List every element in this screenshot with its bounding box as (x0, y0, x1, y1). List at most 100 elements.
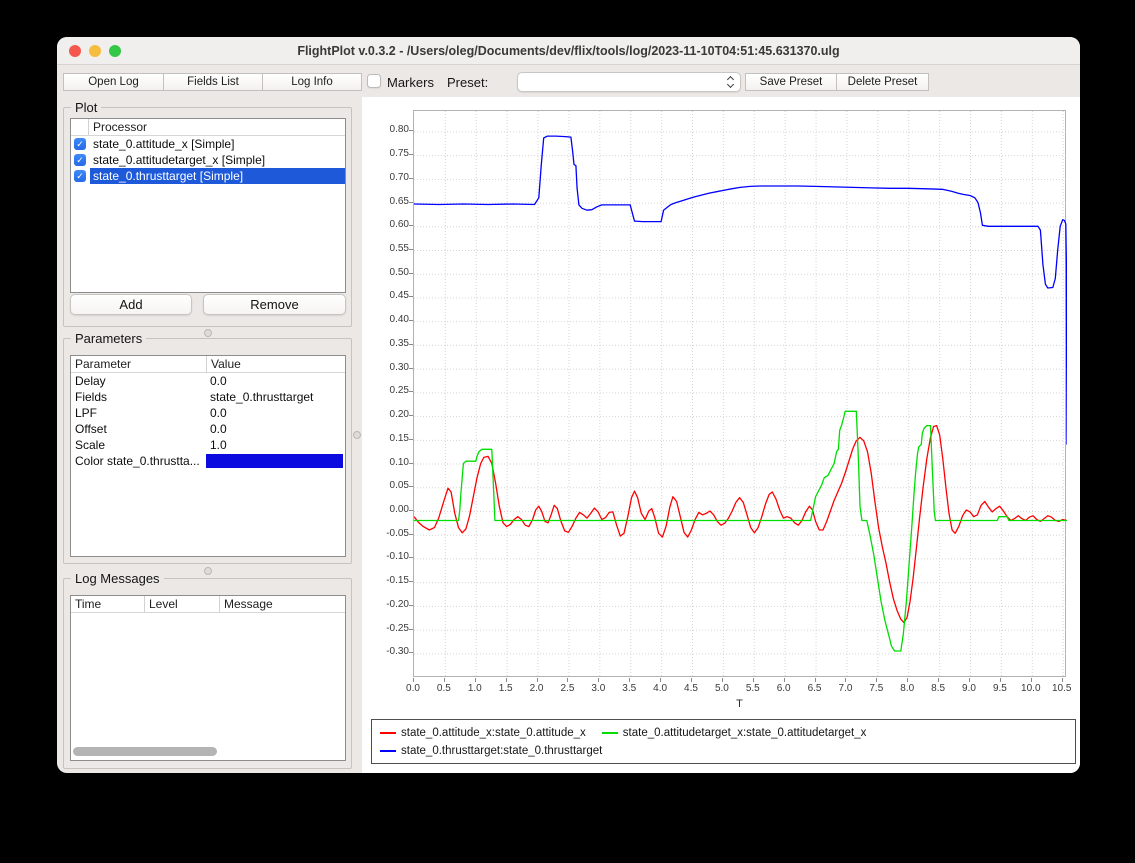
x-tick-label: 2.0 (520, 683, 554, 694)
x-tick-mark (907, 678, 908, 682)
x-tick-mark (753, 678, 754, 682)
x-tick-mark (845, 678, 846, 682)
delete-preset-button[interactable]: Delete Preset (836, 74, 928, 90)
close-button[interactable] (69, 45, 81, 57)
y-tick-label: -0.25 (365, 623, 409, 634)
color-swatch[interactable] (206, 454, 343, 468)
row-checkbox[interactable]: ✓ (74, 170, 86, 182)
parameter-row[interactable]: LPF0.0 (71, 405, 345, 421)
minimize-button[interactable] (89, 45, 101, 57)
x-tick-label: 3.0 (581, 683, 615, 694)
parameter-row[interactable]: Scale1.0 (71, 437, 345, 453)
title-bar[interactable]: FlightPlot v.0.3.2 - /Users/oleg/Documen… (57, 37, 1080, 65)
parameter-row[interactable]: Color state_0.thrustta... (71, 453, 345, 469)
traffic-lights (69, 45, 121, 57)
processor-list[interactable]: Processor ✓state_0.attitude_x [Simple]✓s… (70, 118, 346, 293)
plot-row-label: state_0.attitudetarget_x [Simple] (90, 152, 345, 168)
plot-row[interactable]: ✓ state_0.attitude_x [Simple] (71, 136, 345, 152)
x-tick-label: 6.5 (798, 683, 832, 694)
processor-list-header: Processor (71, 119, 345, 136)
parameter-name: Scale (71, 437, 206, 453)
y-tick-mark (409, 296, 413, 297)
parameter-name: Delay (71, 373, 206, 389)
markers-checkbox[interactable] (367, 74, 381, 88)
x-tick-label: 4.5 (674, 683, 708, 694)
toolbar-button-group: Open Log Fields List Log Info (63, 73, 362, 91)
y-tick-label: 0.60 (365, 219, 409, 230)
y-tick-mark (409, 391, 413, 392)
parameter-value: 0.0 (206, 373, 345, 389)
x-tick-label: 9.5 (983, 683, 1017, 694)
y-tick-mark (409, 581, 413, 582)
parameter-value: state_0.thrusttarget (206, 389, 345, 405)
parameter-row[interactable]: Delay0.0 (71, 373, 345, 389)
plot-row[interactable]: ✓state_0.thrusttarget [Simple] (71, 168, 345, 184)
y-tick-mark (409, 249, 413, 250)
x-tick-mark (969, 678, 970, 682)
x-tick-mark (938, 678, 939, 682)
message-column-header: Message (219, 596, 345, 612)
combo-stepper-icon[interactable] (727, 76, 735, 89)
open-log-button[interactable]: Open Log (64, 74, 163, 90)
parameters-table-body: Delay0.0Fieldsstate_0.thrusttargetLPF0.0… (71, 373, 345, 469)
legend-line-swatch (380, 750, 396, 752)
x-tick-label: 8.0 (890, 683, 924, 694)
add-button[interactable]: Add (70, 294, 192, 315)
preset-actions-group: Save Preset Delete Preset (745, 73, 929, 91)
y-tick-mark (409, 463, 413, 464)
legend-line-swatch (602, 732, 618, 734)
legend-item: state_0.attitudetarget_x:state_0.attitud… (602, 724, 867, 741)
horizontal-scrollbar-thumb[interactable] (73, 747, 217, 756)
y-tick-label: 0.80 (365, 124, 409, 135)
splitter-handle-vertical[interactable] (353, 431, 361, 439)
plot-row-label: state_0.attitude_x [Simple] (90, 136, 345, 152)
log-info-button[interactable]: Log Info (262, 74, 361, 90)
parameter-column-header: Parameter (71, 356, 206, 372)
x-tick-mark (629, 678, 630, 682)
x-tick-label: 1.5 (489, 683, 523, 694)
y-tick-mark (409, 273, 413, 274)
chart-legend: state_0.attitude_x:state_0.attitude_xsta… (371, 719, 1076, 764)
chart-plot-area[interactable] (413, 110, 1066, 677)
x-tick-mark (722, 678, 723, 682)
fields-list-button[interactable]: Fields List (163, 74, 262, 90)
parameter-row[interactable]: Offset0.0 (71, 421, 345, 437)
remove-button[interactable]: Remove (203, 294, 346, 315)
parameters-table[interactable]: Parameter Value Delay0.0Fieldsstate_0.th… (70, 355, 346, 557)
y-tick-label: 0.75 (365, 148, 409, 159)
zoom-button[interactable] (109, 45, 121, 57)
y-tick-mark (409, 178, 413, 179)
row-checkbox[interactable]: ✓ (74, 154, 86, 166)
parameter-row[interactable]: Fieldsstate_0.thrusttarget (71, 389, 345, 405)
app-window: FlightPlot v.0.3.2 - /Users/oleg/Documen… (57, 37, 1080, 773)
save-preset-button[interactable]: Save Preset (746, 74, 836, 90)
x-tick-mark (660, 678, 661, 682)
legend-label: state_0.attitudetarget_x:state_0.attitud… (623, 727, 867, 739)
processor-column-header: Processor (88, 119, 345, 135)
x-tick-mark (537, 678, 538, 682)
series-line (414, 136, 1067, 445)
splitter-handle-top[interactable] (204, 329, 212, 337)
parameter-value: 0.0 (206, 405, 345, 421)
x-tick-label: 8.5 (921, 683, 955, 694)
y-tick-mark (409, 510, 413, 511)
x-tick-label: 7.5 (859, 683, 893, 694)
row-checkbox[interactable]: ✓ (74, 138, 86, 150)
chart-panel: T state_0.attitude_x:state_0.attitude_xs… (362, 97, 1080, 773)
y-tick-mark (409, 368, 413, 369)
parameter-name: Offset (71, 421, 206, 437)
splitter-handle-middle[interactable] (204, 567, 212, 575)
x-tick-mark (413, 678, 414, 682)
plot-row[interactable]: ✓ state_0.attitudetarget_x [Simple] (71, 152, 345, 168)
x-tick-mark (506, 678, 507, 682)
y-tick-label: -0.20 (365, 599, 409, 610)
markers-label: Markers (387, 76, 434, 90)
series-line (414, 426, 1067, 623)
log-messages-table[interactable]: Time Level Message (70, 595, 346, 761)
x-tick-mark (691, 678, 692, 682)
preset-combobox[interactable] (517, 72, 741, 92)
y-tick-mark (409, 344, 413, 345)
log-messages-group-title: Log Messages (71, 571, 164, 586)
y-tick-label: 0.45 (365, 290, 409, 301)
plot-group-title: Plot (71, 100, 101, 115)
